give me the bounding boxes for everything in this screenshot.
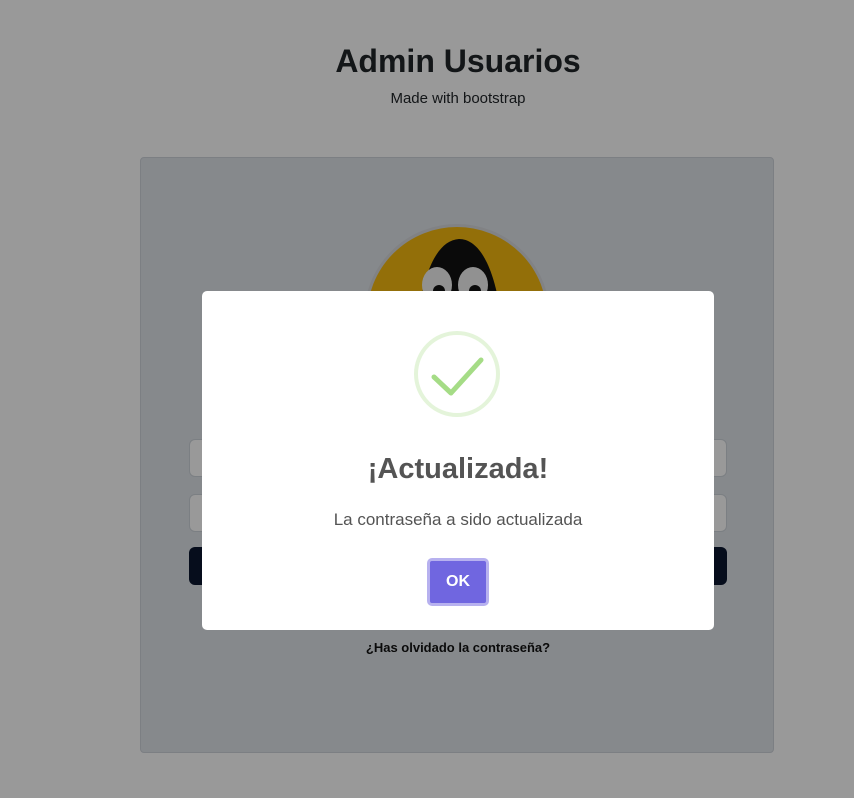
dialog-message: La contraseña a sido actualizada [333, 510, 583, 529]
success-check-icon [414, 331, 500, 417]
success-dialog: ¡Actualizada! La contraseña a sido actua… [202, 291, 714, 630]
ok-button[interactable]: OK [427, 558, 489, 606]
dialog-title: ¡Actualizada! [367, 453, 549, 485]
